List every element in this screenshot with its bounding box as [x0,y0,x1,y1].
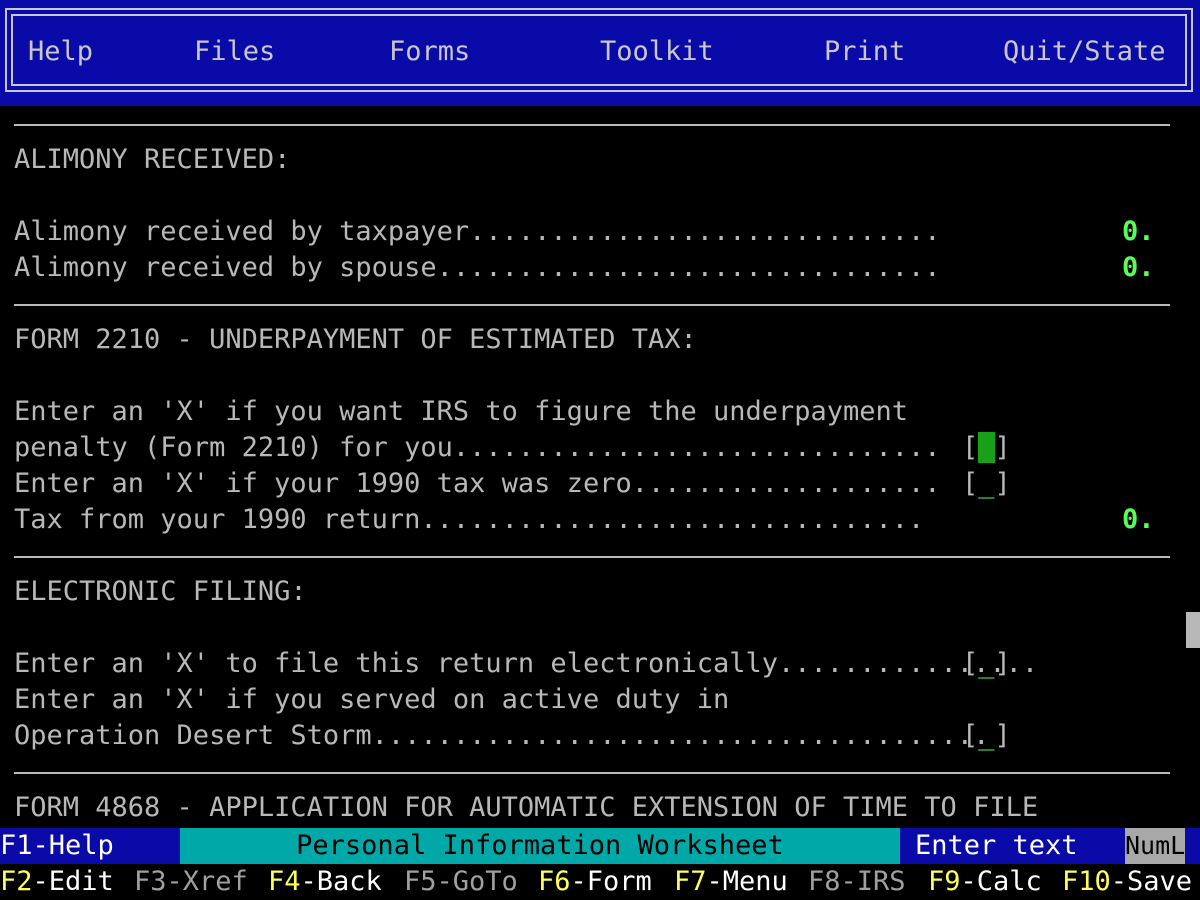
efile-file-label: Enter an 'X' to file this return electro… [14,648,1039,679]
f7-menu-key[interactable]: F7-Menu [674,864,788,900]
alimony-spouse-label: Alimony received by spouse..............… [14,252,941,283]
section-divider [14,556,1170,558]
fkey-key: F5 [404,866,437,897]
fkey-label: -GoTo [436,866,518,897]
menu-forms[interactable]: Forms [389,36,470,68]
fkey-label: -Xref [166,866,248,897]
checkbox-open: [ [962,432,979,463]
menu-files[interactable]: Files [194,36,275,68]
checkbox-mark: _ [978,648,995,679]
section-divider [14,772,1170,774]
alimony-taxpayer-label: Alimony received by taxpayer............… [14,216,941,247]
f3-xref-key[interactable]: F3-Xref [134,864,248,900]
f8-irs-key[interactable]: F8-IRS [808,864,906,900]
menu-toolkit[interactable]: Toolkit [600,36,714,68]
section-heading-efile: ELECTRONIC FILING: [14,576,307,607]
f6-form-key[interactable]: F6-Form [538,864,652,900]
fkey-label: -Edit [32,866,114,897]
fkey-key: F7 [674,866,707,897]
numlock-indicator: NumL [1125,828,1185,864]
fkey-label: -Calc [960,866,1042,897]
form2210-figure-label-line2: penalty (Form 2210) for you.............… [14,432,941,463]
checkbox-close: ] [994,468,1011,499]
f10-save-key[interactable]: F10-Save [1062,864,1192,900]
alimony-spouse-value[interactable]: 0. [1122,250,1155,286]
fkey-label: -IRS [840,866,906,897]
checkbox-mark: _ [978,720,995,751]
checkbox-mark: _ [978,468,995,499]
section-divider [14,304,1170,306]
function-key-bar: F2-Edit F3-Xref F4-Back F5-GoTo F6-Form … [0,864,1200,900]
f2-edit-key[interactable]: F2-Edit [0,864,114,900]
fkey-label: -Back [300,866,382,897]
input-mode-indicator: Enter text [915,830,1078,861]
form2210-prior-tax-value[interactable]: 0. [1122,502,1155,538]
fkey-key: F4 [268,866,301,897]
f5-goto-key[interactable]: F5-GoTo [404,864,518,900]
form2210-figure-label-line1: Enter an 'X' if you want IRS to figure t… [14,396,909,427]
f9-calc-key[interactable]: F9-Calc [928,864,1042,900]
worksheet-title: Personal Information Worksheet [180,828,900,864]
fkey-key: F3 [134,866,167,897]
menu-print[interactable]: Print [824,36,905,68]
form2210-zero-tax-label: Enter an 'X' if your 1990 tax was zero..… [14,468,941,499]
f1-help-key[interactable]: F1-Help [0,828,114,864]
fkey-key: F6 [538,866,571,897]
checkbox-close: ] [994,720,1011,751]
fkey-key: F9 [928,866,961,897]
efile-file-checkbox[interactable]: [_] [962,646,1011,682]
menu-bar: Help Files Forms Toolkit Print Quit/Stat… [0,0,1200,106]
fkey-key: F8 [808,866,841,897]
fkey-key: F2 [0,866,33,897]
section-heading-alimony: ALIMONY RECEIVED: [14,144,291,175]
section-heading-form4868: FORM 4868 - APPLICATION FOR AUTOMATIC EX… [14,792,1039,823]
f4-back-key[interactable]: F4-Back [268,864,382,900]
form2210-figure-checkbox[interactable]: [_] [962,430,1011,466]
menu-quit-state[interactable]: Quit/State [1003,36,1166,68]
efile-desert-storm-label-line2: Operation Desert Storm..................… [14,720,990,751]
fkey-label: -Save [1110,866,1193,897]
checkbox-cursor: _ [978,432,995,463]
form2210-prior-tax-label: Tax from your 1990 return...............… [14,504,925,535]
efile-desert-storm-checkbox[interactable]: [_] [962,718,1011,754]
section-heading-form2210: FORM 2210 - UNDERPAYMENT OF ESTIMATED TA… [14,324,697,355]
status-bar: F1-Help Personal Information Worksheet E… [0,828,1200,864]
checkbox-open: [ [962,468,979,499]
efile-desert-storm-label-line1: Enter an 'X' if you served on active dut… [14,684,730,715]
form2210-zero-tax-checkbox[interactable]: [_] [962,466,1011,502]
menu-help[interactable]: Help [28,36,93,68]
fkey-label: -Form [570,866,652,897]
checkbox-close: ] [994,648,1011,679]
checkbox-open: [ [962,720,979,751]
checkbox-close: ] [994,432,1011,463]
scrollbar-thumb[interactable] [1186,612,1200,648]
checkbox-open: [ [962,648,979,679]
fkey-label: -Menu [706,866,788,897]
section-divider [14,124,1170,126]
alimony-taxpayer-value[interactable]: 0. [1122,214,1155,250]
fkey-key: F10 [1062,866,1111,897]
